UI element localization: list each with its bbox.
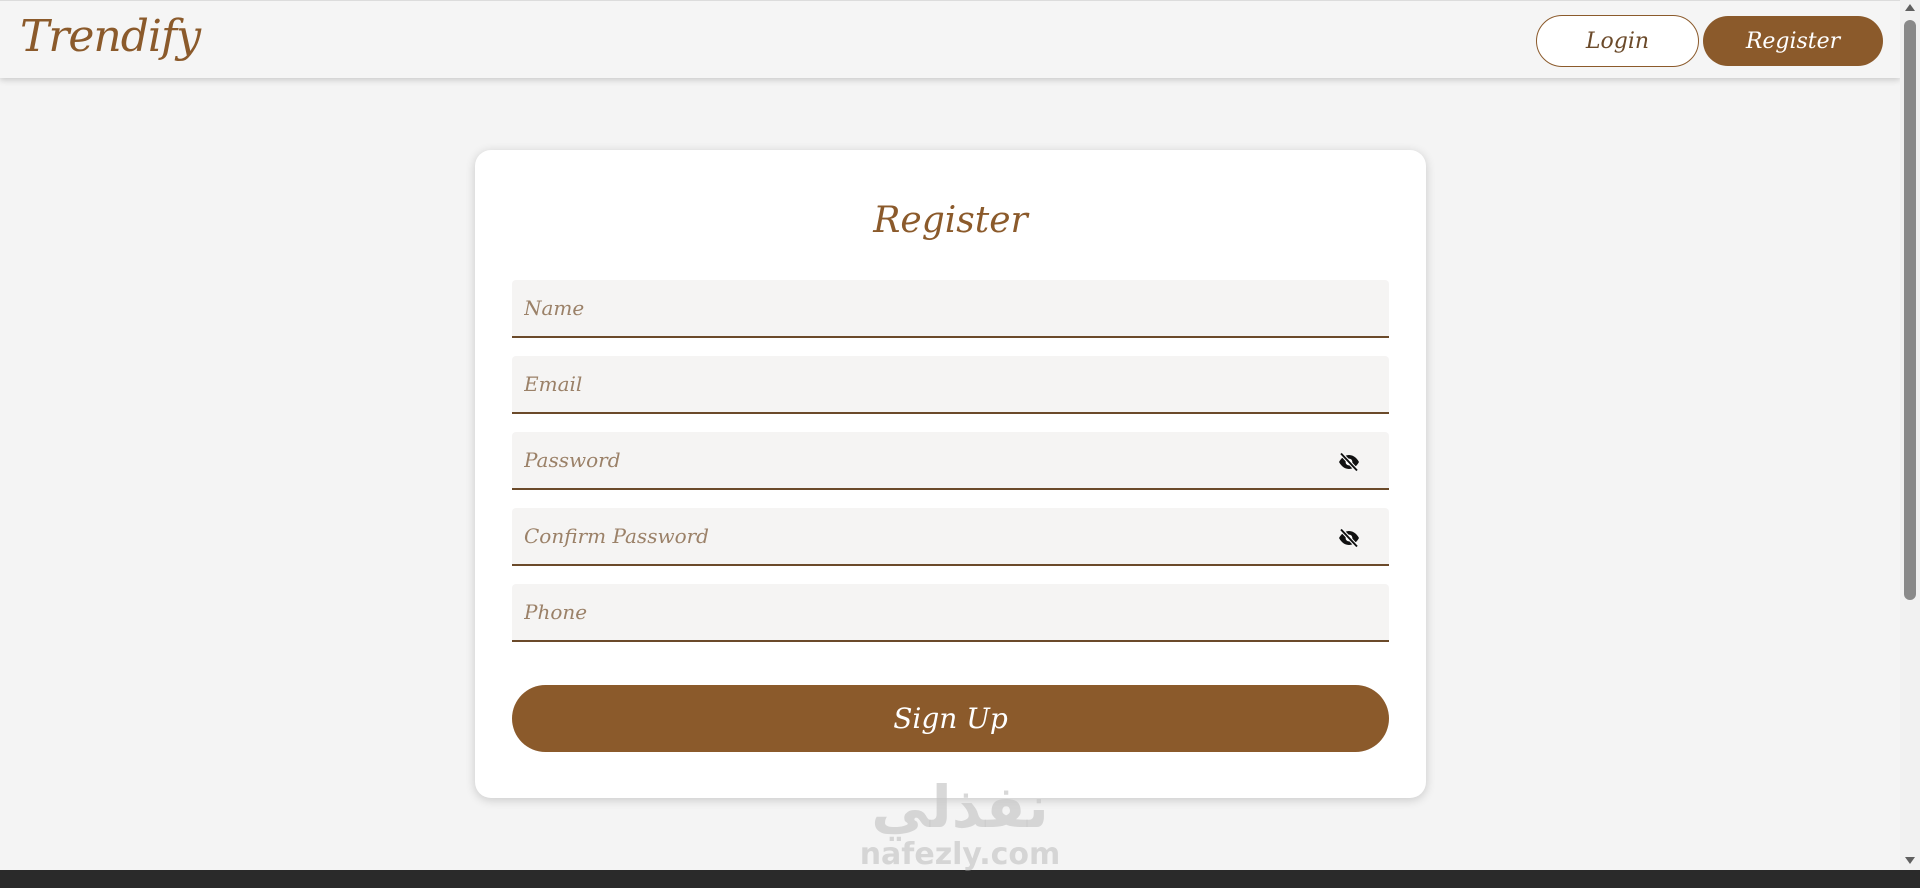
confirm-password-field [512,508,1389,566]
form-title: Register [873,200,1028,241]
scroll-up-arrow-icon[interactable] [1905,4,1915,11]
top-navbar: Trendify Login Register [0,0,1900,78]
email-input[interactable] [512,356,1389,412]
scrollbar-thumb[interactable] [1904,20,1916,600]
eye-slash-icon[interactable] [1337,526,1361,550]
watermark-arabic: نفذلي [871,773,1049,841]
phone-input[interactable] [512,584,1389,640]
watermark-latin: nafezly.com [859,837,1061,872]
watermark: نفذلي nafezly.com [852,775,1068,871]
login-button[interactable]: Login [1536,15,1699,67]
phone-field [512,584,1389,642]
register-card: Register Sign Up [475,150,1426,798]
password-field [512,432,1389,490]
sign-up-button[interactable]: Sign Up [512,685,1389,752]
footer-bar [0,870,1920,888]
register-nav-button[interactable]: Register [1703,16,1883,66]
confirm-password-input[interactable] [512,508,1389,564]
scroll-down-arrow-icon[interactable] [1905,857,1915,864]
name-input[interactable] [512,280,1389,336]
brand-logo[interactable]: Trendify [20,11,201,62]
eye-slash-icon[interactable] [1337,450,1361,474]
name-field [512,280,1389,338]
email-field [512,356,1389,414]
page-scrollbar[interactable] [1900,0,1920,870]
password-input[interactable] [512,432,1389,488]
